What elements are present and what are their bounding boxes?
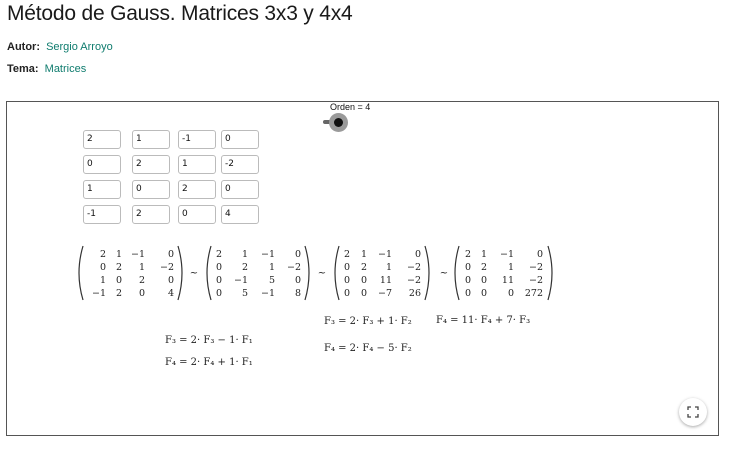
matrix-entry: 0 (415, 249, 421, 260)
matrix-entry: −1 (234, 275, 248, 286)
gauss-steps-display: 2 1 −1 00 2 1 −21 0 2 0−1 2 0 42 1 −1 00 2 1 −20 −1 5 00 5 −1 82… (78, 245, 553, 368)
matrix-entry: 0 (168, 275, 174, 286)
matrix-entry: 0 (508, 288, 514, 299)
matrix-left-paren (206, 245, 212, 301)
row-operation-label: F₄ = 2· F₄ + 1· F₁ (165, 357, 253, 368)
matrix-entry: 1 (242, 249, 248, 260)
matrix-entry: −2 (407, 275, 421, 286)
matrix-right-paren (424, 245, 430, 301)
matrix-entry: 2 (242, 262, 248, 273)
matrix-left-paren (334, 245, 340, 301)
matrix-entry: −2 (287, 262, 301, 273)
matrix-entry: −1 (261, 288, 275, 299)
matrix-entry: 1 (139, 262, 145, 273)
topic-label: Tema: (7, 63, 39, 75)
matrix-entry: −2 (529, 262, 543, 273)
matrix-entry: 0 (344, 275, 350, 286)
matrix-entry: 0 (465, 262, 471, 273)
matrix-entry: 0 (216, 288, 222, 299)
row-operation-label: F₄ = 11· F₄ + 7· F₃ (436, 315, 530, 326)
author-label: Autor: (7, 41, 40, 53)
matrix-entry: 4 (168, 288, 174, 299)
matrix-entry: 0 (168, 249, 174, 260)
row-operation-label: F₄ = 2· F₄ − 5· F₂ (324, 343, 412, 354)
matrix-entry: −2 (529, 275, 543, 286)
matrix-right-paren (177, 245, 183, 301)
topic-link[interactable]: Matrices (45, 63, 87, 75)
matrix-entry: −7 (378, 288, 392, 299)
equivalence-tilde: ~ (440, 268, 448, 279)
matrix-entry: 0 (537, 249, 543, 260)
matrix-entry: 1 (269, 262, 275, 273)
matrix-entry: 2 (361, 262, 367, 273)
matrix-right-paren (547, 245, 553, 301)
matrix-entry: 0 (465, 288, 471, 299)
matrix-entry: 0 (465, 275, 471, 286)
matrix-left-paren (454, 245, 460, 301)
row-operation-label: F₃ = 2· F₃ − 1· F₁ (165, 335, 253, 346)
matrix-entry: −2 (407, 262, 421, 273)
fullscreen-button[interactable] (679, 398, 707, 426)
matrix-entry: 0 (361, 275, 367, 286)
matrix-entry: 0 (481, 288, 487, 299)
matrix-entry: 2 (139, 275, 145, 286)
matrix-entry: 0 (295, 249, 301, 260)
matrix-entry: −1 (131, 249, 145, 260)
matrix-entry: 2 (100, 249, 106, 260)
author-row: Autor: Sergio Arroyo (7, 41, 113, 53)
matrix-entry: 5 (242, 288, 248, 299)
matrix-entry: 1 (100, 275, 106, 286)
matrix-entry: −1 (261, 249, 275, 260)
matrix-left-paren (78, 245, 84, 301)
matrix-entry: −2 (160, 262, 174, 273)
matrix-entry: 1 (508, 262, 514, 273)
matrix-entry: 0 (216, 275, 222, 286)
matrix-entry: 26 (409, 288, 421, 299)
matrix-right-paren (304, 245, 310, 301)
matrix-entry: 0 (100, 262, 106, 273)
matrix-entry: 2 (344, 249, 350, 260)
matrix-entry: 0 (295, 275, 301, 286)
matrix-entry: 0 (481, 275, 487, 286)
matrix-entry: 1 (361, 249, 367, 260)
matrix-entry: 2 (465, 249, 471, 260)
matrix-entry: −1 (500, 249, 514, 260)
matrix-entry: −1 (92, 288, 106, 299)
matrix-entry: 11 (380, 275, 392, 286)
matrix-entry: 2 (481, 262, 487, 273)
equivalence-tilde: ~ (318, 268, 326, 279)
equivalence-tilde: ~ (190, 268, 198, 279)
page-title: Método de Gauss. Matrices 3x3 y 4x4 (7, 2, 353, 25)
matrix-entry: 272 (525, 288, 543, 299)
fullscreen-icon (687, 406, 699, 418)
author-link[interactable]: Sergio Arroyo (46, 41, 113, 53)
matrix-entry: 1 (481, 249, 487, 260)
matrix-entry: −1 (378, 249, 392, 260)
matrix-entry: 0 (216, 262, 222, 273)
matrix-entry: 0 (344, 262, 350, 273)
matrix-entry: 11 (502, 275, 514, 286)
topic-row: Tema: Matrices (7, 63, 86, 75)
matrix-entry: 0 (344, 288, 350, 299)
matrix-entry: 2 (116, 288, 122, 299)
matrix-entry: 5 (269, 275, 275, 286)
matrix-entry: 0 (139, 288, 145, 299)
row-operation-label: F₃ = 2· F₃ + 1· F₂ (324, 316, 412, 327)
matrix-entry: 2 (216, 249, 222, 260)
matrix-entry: 0 (361, 288, 367, 299)
matrix-entry: 8 (295, 288, 301, 299)
matrix-entry: 1 (116, 249, 122, 260)
matrix-entry: 2 (116, 262, 122, 273)
geogebra-applet: Orden = 4 2 1 -1 0 0 2 1 -2 1 0 2 0 -1 2 0 4 2 1 −1 0 0 2 1 −2… (6, 101, 719, 436)
matrix-entry: 1 (386, 262, 392, 273)
matrix-entry: 0 (116, 275, 122, 286)
